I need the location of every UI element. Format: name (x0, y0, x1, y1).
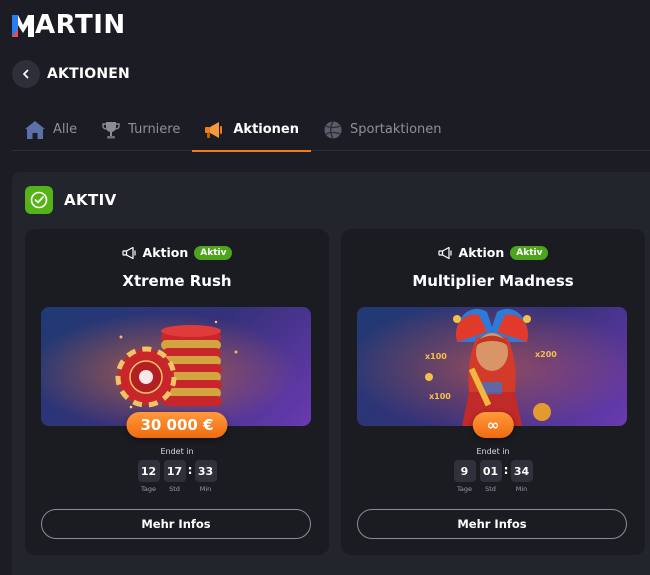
status-badge: Aktiv (510, 245, 549, 260)
card-title: Multiplier Madness (412, 272, 574, 290)
jester-illustration: x100 x200 x100 (357, 307, 627, 426)
promo-banner-image[interactable]: x100 x200 x100 (357, 307, 627, 426)
promo-banner-image[interactable] (41, 307, 311, 426)
ends-in-label: Endet in (160, 447, 194, 456)
status-badge: Aktiv (194, 245, 233, 260)
tab-label: Aktionen (233, 122, 299, 137)
timer-separator: : (187, 463, 193, 477)
timer-unit-label: Tage (456, 485, 472, 493)
megaphone-icon (205, 121, 223, 138)
brand-name: ARTIN (35, 10, 126, 40)
card-tag-label: Aktion (458, 245, 505, 260)
tab-bar: Alle Turniere Aktionen Sportaktionen (12, 108, 650, 152)
prize-amount: 30 000 € (126, 412, 228, 438)
trophy-icon (102, 121, 120, 138)
timer-hours: 17 Std (163, 460, 186, 493)
page-header: AKTIONEN (12, 60, 130, 88)
house-icon (25, 120, 45, 139)
svg-text:x100: x100 (429, 392, 451, 401)
card-title: Xtreme Rush (122, 272, 232, 290)
countdown-timer: 12 Tage 17 Std : 33 Min (25, 460, 329, 493)
card-tag-label: Aktion (142, 245, 189, 260)
megaphone-icon (437, 246, 452, 259)
tab-aktionen[interactable]: Aktionen (192, 108, 311, 152)
logo-m-icon (12, 15, 34, 37)
ball-icon (324, 120, 342, 139)
tab-label: Turniere (128, 122, 181, 137)
back-button[interactable] (12, 60, 40, 88)
card-tag: Aktion Aktiv (25, 245, 329, 260)
page-title: AKTIONEN (47, 66, 130, 82)
timer-unit-label: Tage (140, 485, 156, 493)
timer-minutes: 34 Min (510, 460, 533, 493)
svg-text:x200: x200 (535, 350, 557, 359)
timer-unit-label: Min (199, 485, 212, 493)
brand-logo[interactable]: ARTIN (12, 10, 126, 40)
tab-turniere[interactable]: Turniere (89, 108, 192, 151)
section-title: AKTIV (64, 191, 117, 209)
timer-hours: 01 Std (479, 460, 502, 493)
timer-minutes: 33 Min (194, 460, 217, 493)
timer-unit-label: Std (169, 485, 180, 493)
section-header: AKTIV (25, 186, 117, 214)
timer-unit-label: Min (515, 485, 528, 493)
chevron-left-icon (23, 69, 29, 79)
timer-days: 9 Tage (453, 460, 476, 493)
timer-value: 12 (137, 460, 160, 482)
timer-value: 9 (453, 460, 476, 482)
tab-alle[interactable]: Alle (12, 108, 89, 151)
timer-value: 17 (163, 460, 186, 482)
tab-sportaktionen[interactable]: Sportaktionen (311, 108, 454, 151)
timer-value: 34 (510, 460, 533, 482)
svg-text:x100: x100 (425, 352, 447, 361)
ends-in-label: Endet in (476, 447, 510, 456)
tab-label: Sportaktionen (350, 122, 442, 137)
timer-separator: : (503, 463, 509, 477)
promo-card: Aktion Aktiv Multiplier Madness x100 x20… (341, 229, 645, 555)
promo-card: Aktion Aktiv Xtreme Rush 30 000 € Endet … (25, 229, 329, 555)
active-section: AKTIV Aktion Aktiv Xtreme Rush 30 000 € … (12, 172, 650, 575)
check-icon (25, 186, 53, 214)
casino-chips-illustration (41, 307, 311, 426)
countdown-timer: 9 Tage 01 Std : 34 Min (341, 460, 645, 493)
more-info-button[interactable]: Mehr Infos (41, 509, 311, 539)
prize-amount: ∞ (472, 412, 514, 438)
timer-days: 12 Tage (137, 460, 160, 493)
card-tag: Aktion Aktiv (341, 245, 645, 260)
timer-value: 33 (194, 460, 217, 482)
timer-value: 01 (479, 460, 502, 482)
megaphone-icon (121, 246, 136, 259)
tab-label: Alle (53, 122, 78, 137)
more-info-button[interactable]: Mehr Infos (357, 509, 627, 539)
timer-unit-label: Std (485, 485, 496, 493)
